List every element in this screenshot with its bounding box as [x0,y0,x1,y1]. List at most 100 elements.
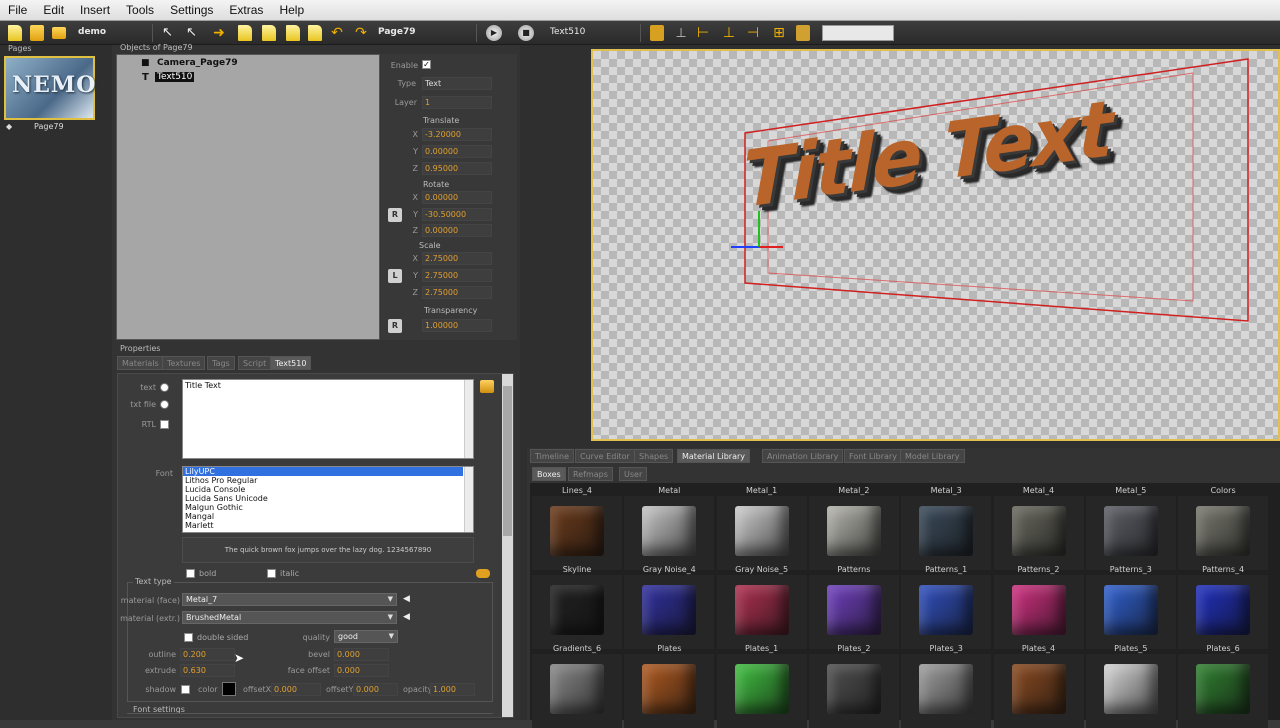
font-item[interactable]: Malgun Gothic [185,503,243,512]
tab-tags[interactable]: Tags [207,356,235,370]
material-face-pick-icon[interactable]: ◀ [403,594,410,604]
offsetx-value[interactable]: 0.000 [271,683,321,696]
page-paste-icon[interactable] [286,25,300,41]
menu-extras[interactable]: Extras [221,0,271,21]
page-new-icon[interactable] [262,25,276,41]
material-thumbnail[interactable] [993,496,1084,570]
snap-icon[interactable] [796,25,810,41]
page-delete-icon[interactable] [308,25,322,41]
material-thumbnail[interactable] [1085,575,1176,649]
align-right-icon[interactable]: ⊣ [746,25,760,41]
material-thumbnail[interactable] [532,496,622,570]
open-folder-icon[interactable] [30,25,44,41]
tab-animation-library[interactable]: Animation Library [762,449,844,463]
font-item[interactable]: LilyUPC [185,467,215,476]
material-thumbnail[interactable] [1085,654,1176,728]
stop-button[interactable]: ■ [518,25,534,41]
tab-model-library[interactable]: Model Library [900,449,965,463]
material-thumbnail[interactable] [993,654,1084,728]
properties-scrollbar[interactable] [502,374,513,717]
font-list[interactable]: LilyUPC Lithos Pro Regular Lucida Consol… [182,466,474,533]
font-item[interactable]: Marlett [185,521,214,530]
tab-materials[interactable]: Materials [117,356,164,370]
shadow-checkbox[interactable] [181,685,190,694]
italic-checkbox[interactable] [267,569,276,578]
material-thumbnail[interactable] [532,654,622,728]
menu-settings[interactable]: Settings [162,0,221,21]
material-thumbnail[interactable] [624,496,715,570]
tab-textures[interactable]: Textures [162,356,206,370]
translate-x[interactable]: -3.20000 [422,128,492,141]
material-thumbnail[interactable] [1178,575,1269,649]
font-apply-icon[interactable] [476,569,490,578]
material-thumbnail[interactable] [901,654,992,728]
material-thumbnail[interactable] [532,575,622,649]
rotate-reset-button[interactable]: R [388,208,402,222]
rotate-y[interactable]: -30.50000 [422,208,492,221]
tree-item-text[interactable]: Text510 [155,72,195,82]
play-button[interactable]: ▶ [486,25,502,41]
material-extr-dropdown[interactable]: BrushedMetal ▼ [182,611,397,624]
text-input[interactable]: Title Text [182,379,474,459]
material-thumbnail[interactable] [808,654,899,728]
menu-tools[interactable]: Tools [118,0,162,21]
menu-insert[interactable]: Insert [72,0,118,21]
rotate-z[interactable]: 0.00000 [422,224,492,237]
transparency-value[interactable]: 1.00000 [422,319,492,332]
font-item[interactable]: Lucida Console [185,485,245,494]
subtab-refmaps[interactable]: Refmaps [568,467,613,481]
offsety-value[interactable]: 0.000 [353,683,398,696]
select-cursor-icon[interactable]: ↖ [162,25,176,41]
material-thumbnail[interactable] [716,575,807,649]
font-item[interactable]: Lucida Sans Unicode [185,494,268,503]
translate-z[interactable]: 0.95000 [422,162,492,175]
redo-icon[interactable]: ↷ [354,25,368,41]
toolbar-input[interactable] [822,25,894,41]
axis-tool-icon[interactable]: ⟂ [674,25,688,41]
scale-z[interactable]: 2.75000 [422,286,492,299]
subtab-boxes[interactable]: Boxes [532,467,566,481]
material-thumbnail[interactable] [901,496,992,570]
extrude-value[interactable]: 0.630 [180,664,235,677]
font-item[interactable]: Lithos Pro Regular [185,476,257,485]
material-thumbnail[interactable] [808,496,899,570]
page-thumbnail[interactable]: NEMO [4,56,95,120]
font-item[interactable]: Mangal [185,512,214,521]
double-sided-checkbox[interactable] [184,633,193,642]
align-center-icon[interactable]: ⊥ [722,25,736,41]
grid-icon[interactable]: ⊞ [772,25,786,41]
material-thumbnail[interactable] [624,654,715,728]
move-cursor-icon[interactable]: ↖ [186,25,200,41]
txtfile-radio[interactable] [160,400,169,409]
tab-text510[interactable]: Text510 [270,356,312,370]
tab-timeline[interactable]: Timeline [530,449,575,463]
material-thumbnail[interactable] [1085,496,1176,570]
rotate-x[interactable]: 0.00000 [422,191,492,204]
tab-shapes[interactable]: Shapes [634,449,674,463]
forward-icon[interactable]: ➜ [212,25,226,41]
layer-value[interactable]: 1 [422,96,492,109]
bold-checkbox[interactable] [186,569,195,578]
tab-material-library[interactable]: Material Library [677,449,751,463]
face-offset-value[interactable]: 0.000 [334,664,389,677]
material-face-dropdown[interactable]: Metal_7 ▼ [182,593,397,606]
tree-item-camera[interactable]: Camera_Page79 [157,58,238,68]
material-thumbnail[interactable] [716,654,807,728]
material-thumbnail[interactable] [993,575,1084,649]
undo-icon[interactable]: ↶ [330,25,344,41]
open-text-file-icon[interactable] [480,380,494,393]
menu-file[interactable]: File [0,0,35,21]
shadow-color-swatch[interactable] [222,682,236,696]
menu-edit[interactable]: Edit [35,0,72,21]
opacity-value[interactable]: 1.000 [430,683,475,696]
scale-y[interactable]: 2.75000 [422,269,492,282]
quality-dropdown[interactable]: good ▼ [334,630,398,643]
material-thumbnail[interactable] [716,496,807,570]
save-icon[interactable] [52,27,66,39]
text-radio[interactable] [160,383,169,392]
tab-curve-editor[interactable]: Curve Editor [575,449,635,463]
subtab-user[interactable]: User [619,467,648,481]
enable-checkbox[interactable]: ✓ [422,60,431,69]
align-left-icon[interactable]: ⊢ [696,25,710,41]
new-file-icon[interactable] [8,25,22,41]
